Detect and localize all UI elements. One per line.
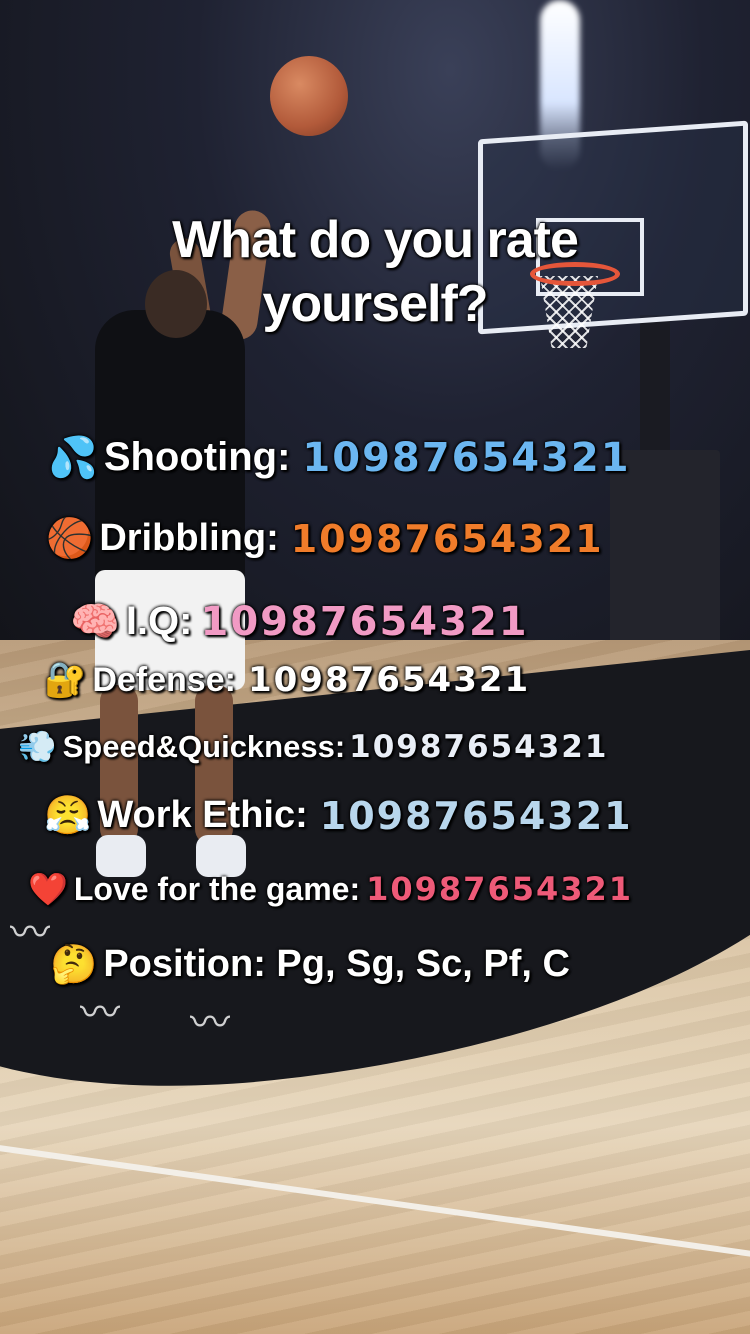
rating-label: Work Ethic:	[97, 794, 308, 836]
rating-label: Dribbling:	[99, 517, 279, 559]
steam-face-icon: 😤	[44, 793, 92, 837]
lock-icon: 🔐	[44, 660, 87, 700]
court-logo: 〰	[190, 1000, 230, 1046]
rating-row-dribbling: 🏀 Dribbling: 10987654321	[46, 516, 604, 561]
rating-row-defense: 🔐 Defense: 10987654321	[44, 660, 530, 700]
rating-label: Speed&Quickness:	[62, 728, 346, 764]
rating-label: Defense:	[92, 660, 236, 699]
sweat-droplets-icon: 💦	[48, 435, 98, 481]
basketball-icon: 🏀	[46, 516, 94, 560]
rating-row-iq: 🧠 I.Q: 10987654321	[70, 598, 529, 646]
rating-row-shooting: 💦 Shooting: 10987654321	[48, 434, 631, 482]
rating-label: Love for the game:	[73, 870, 361, 907]
rating-label: I.Q:	[125, 599, 193, 643]
rating-numbers: 10987654321	[319, 793, 633, 838]
rating-row-speed: 💨 Speed&Quickness: 10987654321	[18, 728, 609, 766]
rating-row-love: ❤️ Love for the game: 10987654321	[28, 870, 633, 908]
rating-label: Shooting:	[103, 435, 291, 479]
rating-numbers: 10987654321	[349, 728, 609, 765]
position-label: Position: Pg, Sg, Sc, Pf, C	[103, 943, 570, 985]
position-row: 🤔 Position: Pg, Sg, Sc, Pf, C	[50, 942, 570, 987]
dash-icon: 💨	[18, 729, 57, 765]
rating-numbers: 10987654321	[302, 434, 631, 481]
heart-icon: ❤️	[28, 870, 68, 908]
caption-title: What do you rate yourself?	[172, 211, 579, 333]
basketball	[270, 56, 348, 136]
rating-numbers: 10987654321	[247, 660, 531, 700]
rating-row-work-ethic: 😤 Work Ethic: 10987654321	[44, 793, 633, 838]
rating-numbers: 10987654321	[366, 870, 634, 908]
brain-icon: 🧠	[70, 599, 120, 645]
court-logo: 〰	[80, 990, 120, 1036]
thinking-face-icon: 🤔	[50, 942, 98, 986]
rating-numbers: 10987654321	[200, 598, 529, 645]
court-logo: 〰	[10, 910, 50, 956]
rating-numbers: 10987654321	[290, 516, 604, 561]
